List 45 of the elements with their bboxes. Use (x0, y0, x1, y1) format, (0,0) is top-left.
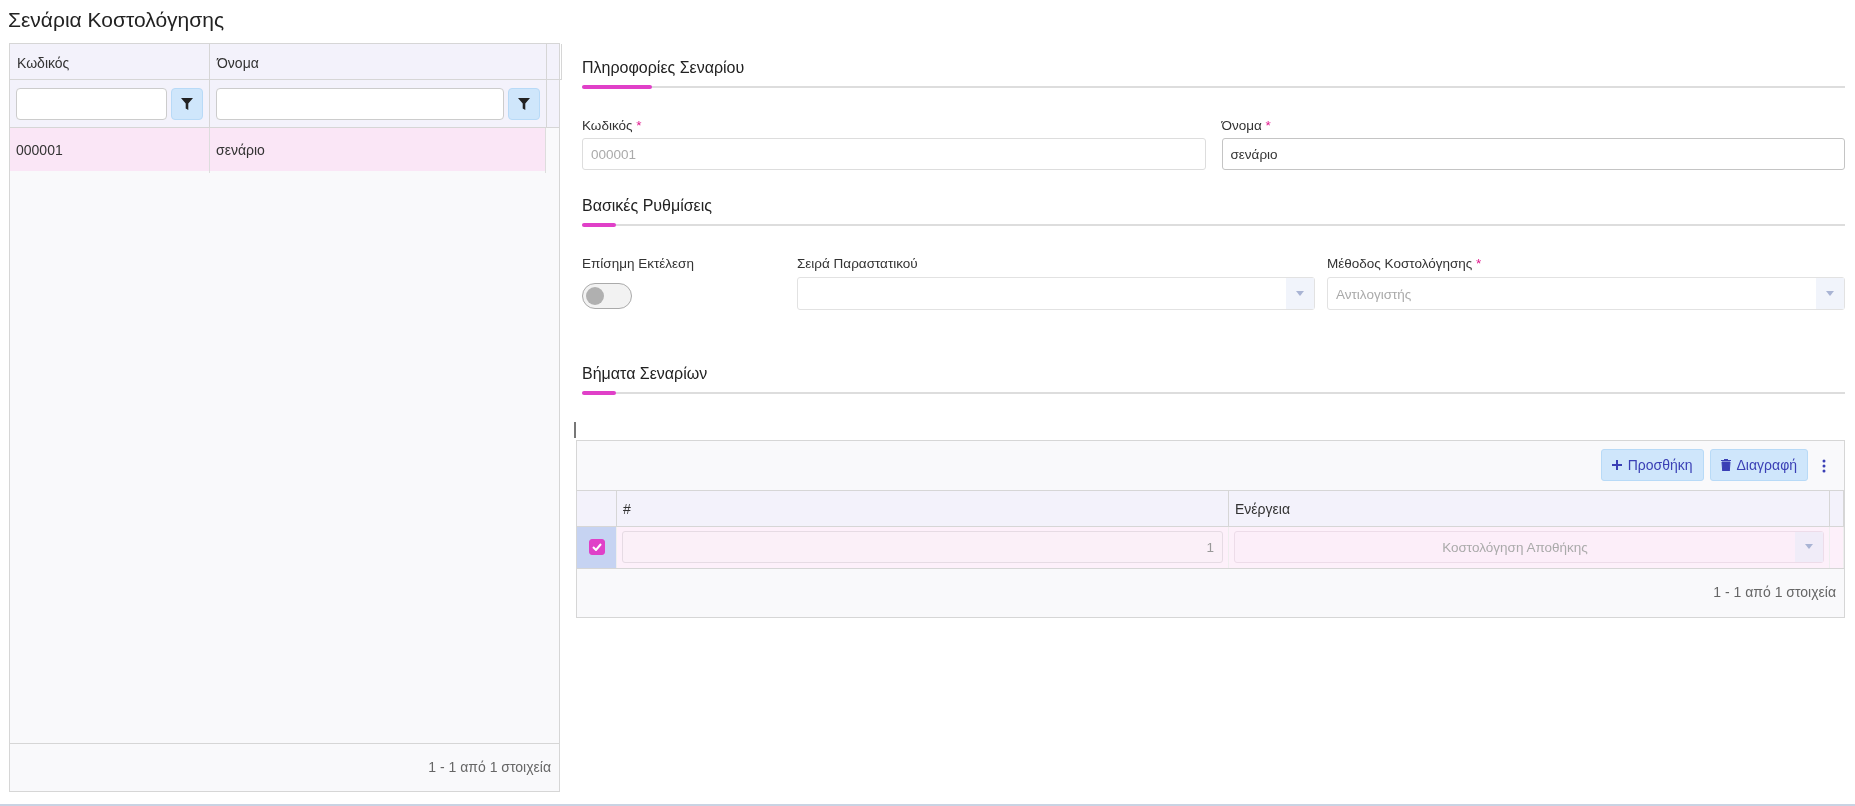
toolbar-button[interactable]: Προσθήκη (1600, 449, 1704, 481)
splitter-handle[interactable] (574, 421, 576, 438)
column-header: Κωδικός (10, 44, 210, 80)
field-label: Μέθοδος Κοστολόγησης (1327, 256, 1473, 272)
dropdown-arrow-icon (1826, 290, 1834, 296)
dropdown-arrow-icon (1296, 290, 1304, 296)
filter-input[interactable] (16, 87, 167, 120)
required-mark: * (636, 118, 642, 133)
filter-button[interactable] (171, 87, 203, 120)
section-underline-accent (582, 223, 616, 228)
column-header: Ενέργεια (1235, 500, 1290, 517)
page-title: Σενάρια Κοστολόγησης (7, 7, 226, 33)
column-header: Όνομα (210, 44, 547, 80)
field-label: Όνομα (1221, 118, 1262, 133)
field-label: Κωδικός (582, 118, 633, 133)
filter-button[interactable] (508, 87, 540, 120)
section-title: Βήματα Σεναρίων (582, 363, 709, 384)
section-underline-accent (582, 390, 616, 395)
table-cell: σενάριο (216, 142, 265, 158)
grid-row[interactable]: 000001 σενάριο (10, 128, 546, 171)
section-underline-accent (582, 85, 652, 89)
filter-icon (518, 97, 530, 110)
toggle-switch[interactable] (582, 282, 632, 309)
field-label: Επίσημη Εκτέλεση (582, 256, 694, 272)
dropdown-arrow-icon (1805, 544, 1813, 549)
filter-icon (181, 97, 193, 110)
toolbar-button[interactable]: Διαγραφή (1709, 449, 1808, 481)
check-icon (591, 543, 602, 551)
filter-input[interactable] (216, 87, 504, 120)
plus-icon (1611, 460, 1622, 470)
required-mark: * (1265, 118, 1271, 133)
dropdown-field[interactable] (797, 276, 1315, 310)
text-field[interactable]: σενάριο (1221, 138, 1845, 171)
column-header: # (623, 500, 631, 517)
section-title: Πληροφορίες Σεναρίου (582, 58, 746, 78)
required-mark: * (1476, 256, 1482, 272)
pager-info: 1 - 1 από 1 στοιχεία (1713, 583, 1836, 602)
placeholder-text: Αντιλογιστής (1336, 286, 1412, 302)
section-title: Βασικές Ρυθμίσεις (582, 196, 713, 217)
field-label: Σειρά Παραστατικού (797, 256, 918, 272)
pager-info: 1 - 1 από 1 στοιχεία (428, 758, 551, 777)
trash-icon (1720, 459, 1731, 471)
row-checkbox[interactable] (588, 539, 605, 555)
table-cell: 000001 (16, 142, 63, 158)
more-options-icon (1822, 458, 1826, 473)
